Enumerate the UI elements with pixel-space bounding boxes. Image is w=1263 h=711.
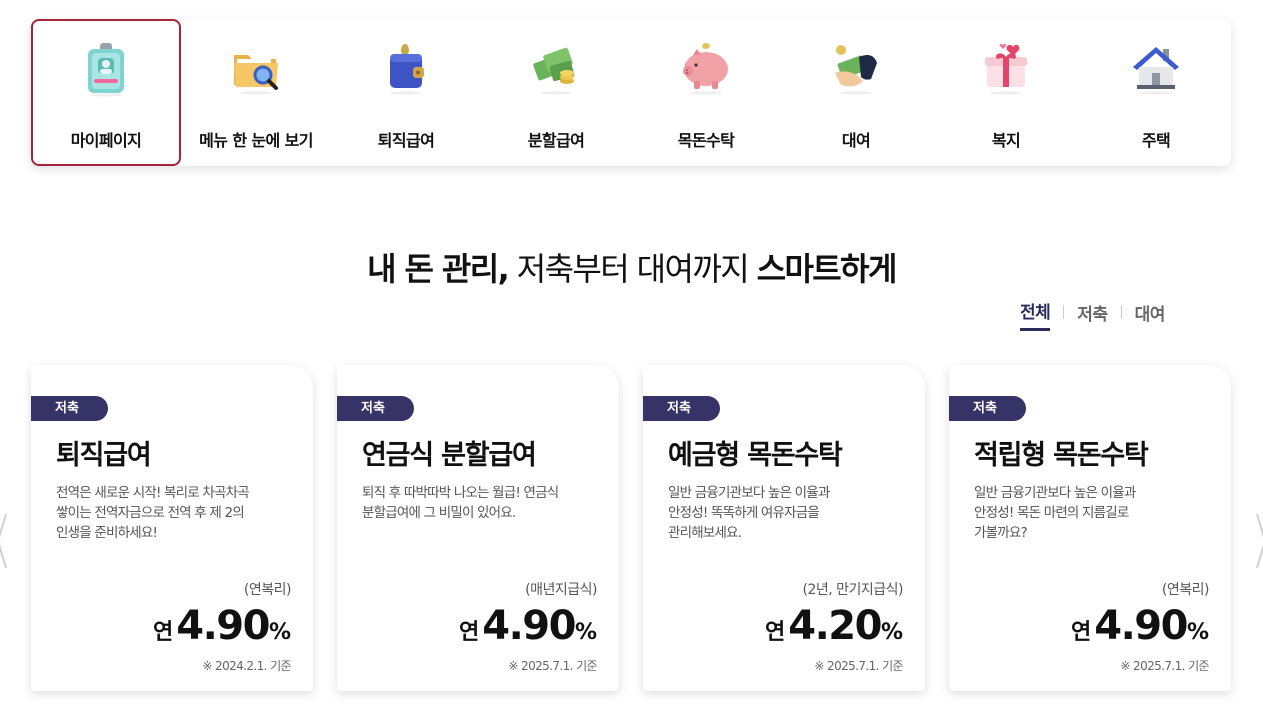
rate-unit: % [1186,620,1209,645]
rate-value: 4.90 [1094,603,1188,649]
chevron-right-icon [1256,513,1263,569]
product-filter-tabs: 전체 저축 대여 [1020,298,1165,331]
category-badge: 저축 [31,396,108,421]
rate-basis-note: ※ 2025.7.1. 기준 [508,659,597,673]
card-title: 적립형 목돈수탁 [974,440,1149,471]
category-badge: 저축 [337,396,414,421]
card-description-line: 일반 금융기관보다 높은 이율과 [974,485,1136,501]
rate-prefix: 연 [153,620,174,645]
menu-item-installment-pay[interactable]: 분할급여 [481,19,631,166]
tab-savings[interactable]: 저축 [1077,300,1108,330]
rate-prefix: 연 [459,620,480,645]
interest-rate: 연 4.90 % [459,603,597,649]
rate-unit: % [268,620,291,645]
rate-value: 4.90 [176,603,270,649]
rate-value: 4.20 [788,603,882,649]
folder-search-icon [229,41,283,95]
house-icon [1129,41,1183,95]
menu-item-label: 메뉴 한 눈에 보기 [199,131,313,150]
quick-menu-bar: 마이페이지 메뉴 한 눈에 보기 퇴직급여 분할급여 목돈수탁 대여 복지 주택 [31,19,1231,166]
chevron-left-icon [0,513,7,569]
rate-condition: (연복리) [1161,582,1210,598]
menu-item-label: 주택 [1141,131,1171,150]
card-description-line: 전역은 새로운 시작! 복리로 차곡차곡 [56,485,250,501]
menu-item-welfare[interactable]: 복지 [931,19,1081,166]
rate-basis-note: ※ 2024.2.1. 기준 [202,659,291,673]
card-description: 퇴직 후 따박따박 나오는 월급! 연금식 분할급여에 그 비밀이 있어요. [362,483,602,523]
card-description: 전역은 새로운 시작! 복리로 차곡차곡 쌓이는 전역자금으로 전역 후 제 2… [56,483,296,543]
id-badge-icon [79,43,133,97]
card-description: 일반 금융기관보다 높은 이율과 안정성! 목돈 마련의 지름길로 가볼까요? [974,483,1214,543]
piggy-bank-icon [679,41,733,95]
wallet-icon [379,41,433,95]
menu-item-housing[interactable]: 주택 [1081,19,1231,166]
money-stack-icon [529,41,583,95]
menu-item-label: 목돈수탁 [677,131,735,150]
tab-all[interactable]: 전체 [1020,298,1051,331]
interest-rate: 연 4.20 % [765,603,903,649]
headline-part-3: 스마트하게 [756,250,898,288]
product-card-retirement-pay[interactable]: 저축 퇴직급여 전역은 새로운 시작! 복리로 차곡차곡 쌓이는 전역자금으로 … [31,365,313,691]
product-card-deposit-trust[interactable]: 저축 예금형 목돈수탁 일반 금융기관보다 높은 이율과 안정성! 똑똑하게 여… [643,365,925,691]
menu-item-sitemap[interactable]: 메뉴 한 눈에 보기 [181,19,331,166]
category-badge: 저축 [949,396,1026,421]
card-description-line: 분할급여에 그 비밀이 있어요. [362,505,516,521]
menu-item-label: 대여 [841,131,871,150]
card-description: 일반 금융기관보다 높은 이율과 안정성! 똑똑하게 여유자금을 관리해보세요. [668,483,908,543]
tab-loan[interactable]: 대여 [1135,300,1166,330]
rate-value: 4.90 [482,603,576,649]
rate-condition: (2년, 만기지급식) [802,582,903,598]
headline-part-1: 내 돈 관리, [367,250,510,288]
hand-money-icon [829,41,883,95]
category-badge: 저축 [643,396,720,421]
headline-part-2: 저축부터 대여까지 [508,250,757,288]
menu-item-retirement-pay[interactable]: 퇴직급여 [331,19,481,166]
rate-unit: % [574,620,597,645]
section-headline: 내 돈 관리, 저축부터 대여까지 스마트하게 [0,244,1263,290]
interest-rate: 연 4.90 % [1071,603,1209,649]
rate-basis-note: ※ 2025.7.1. 기준 [814,659,903,673]
rate-condition: (연복리) [243,582,292,598]
card-title: 예금형 목돈수탁 [668,440,843,471]
menu-item-loan[interactable]: 대여 [781,19,931,166]
product-card-installment-trust[interactable]: 저축 적립형 목돈수탁 일반 금융기관보다 높은 이율과 안정성! 목돈 마련의… [949,365,1231,691]
card-description-line: 쌓이는 전역자금으로 전역 후 제 2의 [56,505,245,521]
menu-item-label: 퇴직급여 [377,131,435,150]
carousel-prev-button[interactable] [0,510,10,572]
card-title: 퇴직급여 [56,440,152,471]
card-description-line: 안정성! 목돈 마련의 지름길로 [974,505,1129,521]
menu-item-label: 분할급여 [527,131,585,150]
menu-item-label: 마이페이지 [70,131,142,150]
card-description-line: 관리해보세요. [668,525,742,541]
tab-divider [1120,305,1122,319]
card-description-line: 가볼까요? [974,525,1028,541]
gift-box-icon [979,41,1033,95]
rate-prefix: 연 [765,620,786,645]
product-card-pension-installment[interactable]: 저축 연금식 분할급여 퇴직 후 따박따박 나오는 월급! 연금식 분할급여에 … [337,365,619,691]
card-description-line: 안정성! 똑똑하게 여유자금을 [668,505,820,521]
card-description-line: 일반 금융기관보다 높은 이율과 [668,485,830,501]
card-description-line: 퇴직 후 따박따박 나오는 월급! 연금식 [362,485,559,501]
interest-rate: 연 4.90 % [153,603,291,649]
carousel-next-button[interactable] [1253,510,1263,572]
card-title: 연금식 분할급여 [362,440,537,471]
tab-divider [1063,305,1065,319]
rate-prefix: 연 [1071,620,1092,645]
menu-item-mypage[interactable]: 마이페이지 [31,19,181,166]
rate-basis-note: ※ 2025.7.1. 기준 [1120,659,1209,673]
rate-condition: (매년지급식) [525,582,597,598]
card-description-line: 인생을 준비하세요! [56,525,158,541]
menu-item-label: 복지 [991,131,1021,150]
menu-item-lump-sum-deposit[interactable]: 목돈수탁 [631,19,781,166]
rate-unit: % [880,620,903,645]
